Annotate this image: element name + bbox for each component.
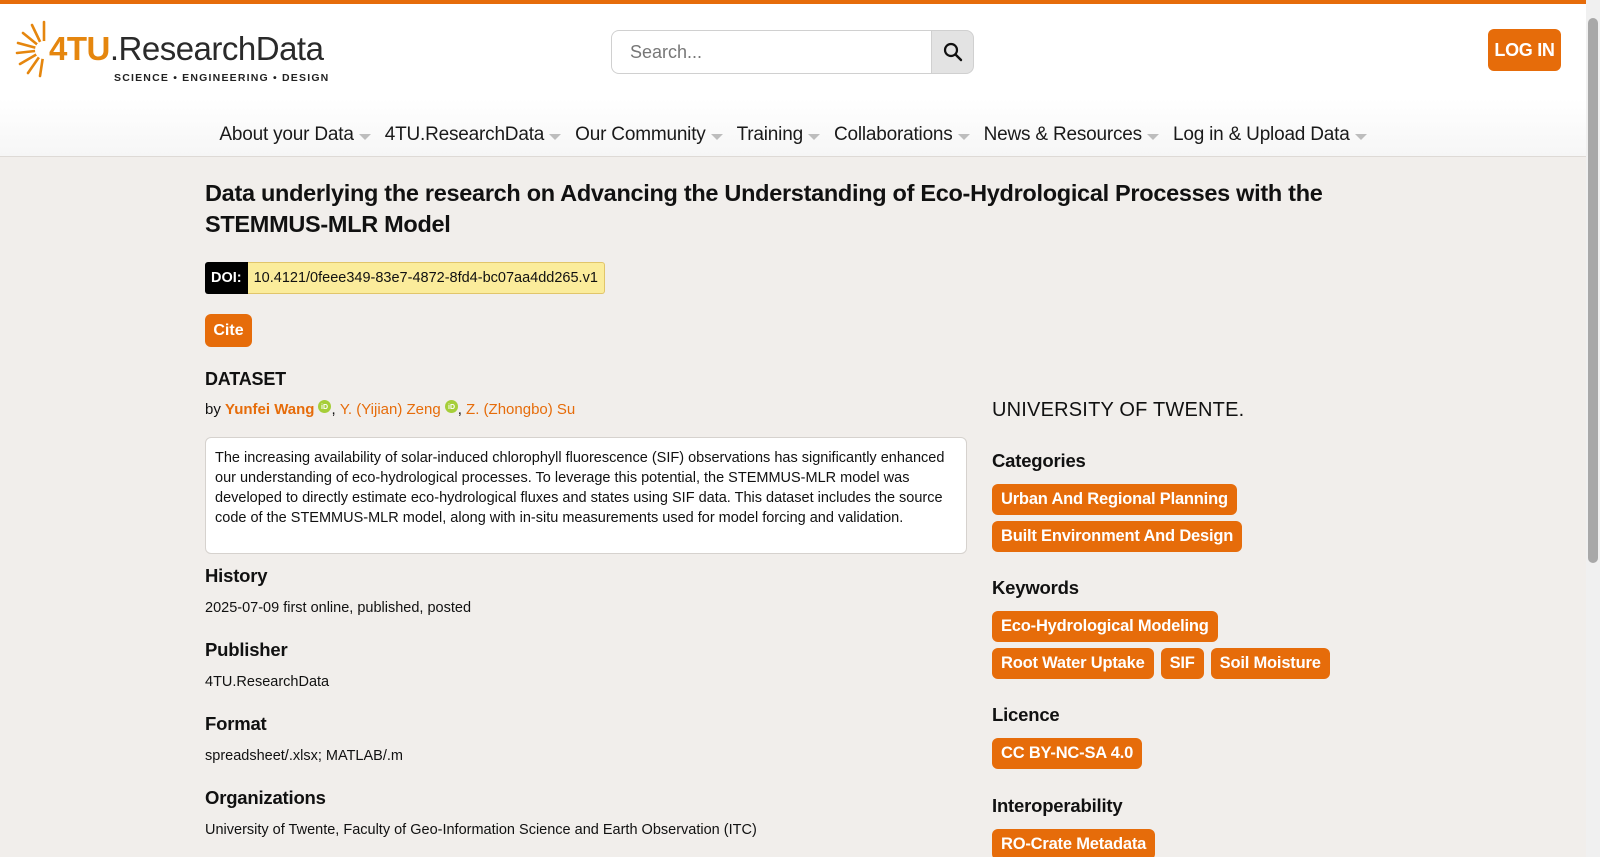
institution-logo-text: UNIVERSITY OF TWENTE.: [992, 399, 1245, 421]
nav-news-resources[interactable]: News & Resources: [977, 118, 1166, 152]
keyword-tag[interactable]: Root Water Uptake: [992, 648, 1154, 679]
main-nav: About your Data 4TU.ResearchData Our Com…: [0, 118, 1586, 152]
category-tags: Built Environment And Design: [992, 521, 1243, 552]
caret-down-icon: [1146, 133, 1159, 140]
nav-4tu-researchdata[interactable]: 4TU.ResearchData: [378, 118, 568, 152]
category-tag[interactable]: Built Environment And Design: [992, 521, 1243, 552]
dataset-title: Data underlying the research on Advancin…: [205, 180, 1323, 237]
caret-down-icon: [807, 133, 820, 140]
search-icon: [943, 42, 962, 62]
author-link[interactable]: Y. (Yijian) Zeng: [340, 401, 441, 418]
interoperability-heading: Interoperability: [992, 795, 1123, 816]
nav-label: Our Community: [575, 124, 706, 145]
doi-label: DOI:: [205, 262, 248, 294]
search-button[interactable]: [931, 30, 974, 74]
logo-wordmark: 4TU.ResearchData: [49, 30, 324, 67]
interoperability-tags: RO-Crate Metadata: [992, 829, 1156, 857]
login-button[interactable]: LOG IN: [1488, 29, 1561, 71]
category-tags: Urban And Regional Planning: [992, 484, 1237, 515]
site-header: 4TU.ResearchData SCIENCE • ENGINEERING •…: [0, 4, 1586, 157]
orcid-icon[interactable]: iD: [444, 400, 458, 413]
nav-login-upload[interactable]: Log in & Upload Data: [1166, 118, 1374, 152]
category-tag[interactable]: Urban And Regional Planning: [992, 484, 1237, 515]
categories-heading: Categories: [992, 450, 1086, 471]
keyword-tag[interactable]: SIF: [1160, 648, 1204, 679]
licence-tags: CC BY-NC-SA 4.0: [992, 738, 1143, 769]
search-input[interactable]: [611, 30, 931, 74]
svg-text:iD: iD: [448, 404, 455, 411]
doi-badge[interactable]: DOI: 10.4121/0feee349-83e7-4872-8fd4-bc0…: [205, 262, 605, 294]
search-bar: [611, 30, 974, 74]
nav-training[interactable]: Training: [730, 118, 827, 152]
site-logo[interactable]: 4TU.ResearchData SCIENCE • ENGINEERING •…: [14, 18, 328, 84]
caret-down-icon: [358, 133, 371, 140]
nav-label: About your Data: [219, 124, 354, 145]
interoperability-tag[interactable]: RO-Crate Metadata: [992, 829, 1156, 857]
history-value: 2025-07-09 first online, published, post…: [205, 600, 472, 616]
keyword-tag[interactable]: Eco-Hydrological Modeling: [992, 611, 1218, 642]
author-link[interactable]: Z. (Zhongbo) Su: [466, 401, 575, 418]
caret-down-icon: [957, 133, 970, 140]
licence-heading: Licence: [992, 704, 1060, 725]
nav-our-community[interactable]: Our Community: [568, 118, 729, 152]
dataset-abstract: The increasing availability of solar-ind…: [205, 437, 967, 554]
keyword-tags: Root Water Uptake SIF Soil Moisture: [992, 648, 1330, 679]
orcid-icon[interactable]: iD: [318, 400, 332, 413]
dataset-page: Data underlying the research on Advancin…: [0, 158, 1586, 857]
keywords-heading: Keywords: [992, 577, 1079, 598]
nav-label: Collaborations: [833, 124, 953, 145]
licence-tag[interactable]: CC BY-NC-SA 4.0: [992, 738, 1143, 769]
author-list: by Yunfei Wang iD, Y. (Yijian) Zeng iD, Z.…: [205, 400, 576, 418]
format-value: spreadsheet/.xlsx; MATLAB/.m: [205, 748, 403, 764]
keyword-tags: Eco-Hydrological Modeling: [992, 611, 1218, 642]
nav-label: 4TU.ResearchData: [384, 124, 545, 145]
sunburst-logo-icon: [15, 20, 53, 78]
page-scrollbar[interactable]: [1586, 0, 1600, 857]
svg-text:iD: iD: [321, 404, 328, 411]
organizations-value: University of Twente, Faculty of Geo-Inf…: [205, 822, 757, 838]
logo-tagline: SCIENCE • ENGINEERING • DESIGN: [114, 72, 330, 84]
nav-label: Log in & Upload Data: [1172, 124, 1350, 145]
nav-label: Training: [736, 124, 804, 145]
caret-down-icon: [549, 133, 562, 140]
scrollbar-thumb[interactable]: [1588, 18, 1598, 563]
cite-button[interactable]: Cite: [205, 314, 252, 347]
format-heading: Format: [205, 713, 267, 734]
publisher-heading: Publisher: [205, 639, 288, 660]
organizations-heading: Organizations: [205, 787, 326, 808]
caret-down-icon: [710, 133, 723, 140]
keyword-tag[interactable]: Soil Moisture: [1210, 648, 1330, 679]
caret-down-icon: [1354, 133, 1367, 140]
dataset-type-label: DATASET: [205, 369, 286, 389]
history-heading: History: [205, 565, 268, 586]
doi-value[interactable]: 10.4121/0feee349-83e7-4872-8fd4-bc07aa4d…: [247, 262, 605, 294]
publisher-value: 4TU.ResearchData: [205, 674, 330, 690]
nav-label: News & Resources: [983, 124, 1143, 145]
by-label: by: [205, 401, 221, 418]
nav-collaborations[interactable]: Collaborations: [827, 118, 977, 152]
nav-about-your-data[interactable]: About your Data: [212, 118, 377, 152]
author-link[interactable]: Yunfei Wang: [225, 401, 314, 418]
